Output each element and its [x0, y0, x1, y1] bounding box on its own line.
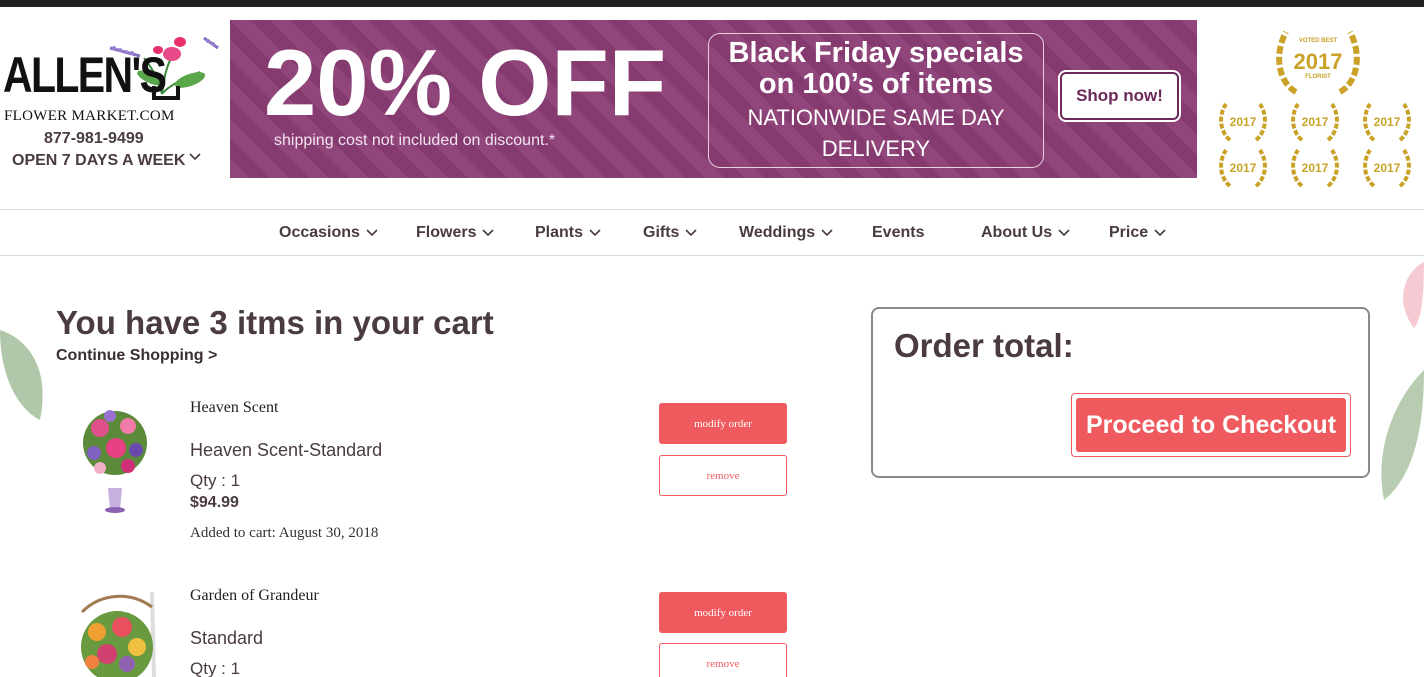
site-logo[interactable]: ALLEN'S FLOWER MARKET.COM 877-981-9499 O… — [0, 28, 222, 178]
proceed-to-checkout-button[interactable]: Proceed to Checkout — [1076, 398, 1346, 452]
nav-label: Occasions — [279, 224, 360, 241]
decorative-leaf-icon — [1381, 370, 1424, 500]
laurel-wreath-icon: 2017 — [1291, 102, 1339, 142]
banner-headline: 20% OFF — [264, 30, 667, 135]
award-badge: 2017 — [1216, 100, 1270, 144]
modify-order-button[interactable]: modify order — [659, 403, 787, 444]
promo-banner[interactable]: 20% OFF shipping cost not included on di… — [230, 20, 1197, 178]
award-year: 2017 — [1230, 161, 1257, 175]
item-name: Garden of Grandeur — [190, 587, 319, 604]
award-caption-top: VOTED BEST — [1299, 38, 1338, 44]
nav-label: Price — [1109, 224, 1149, 241]
award-year: 2017 — [1302, 161, 1329, 175]
nav-item-events[interactable]: Events — [872, 224, 924, 242]
item-variant: Heaven Scent-Standard — [190, 440, 383, 460]
decorative-leaf-icon — [0, 330, 43, 420]
award-year: 2017 — [1302, 115, 1329, 129]
hours-dropdown[interactable]: OPEN 7 DAYS A WEEK — [12, 152, 201, 170]
nav-item-price[interactable]: Price — [1109, 224, 1166, 242]
item-qty: Qty : 1 — [190, 659, 241, 677]
product-image-garden-of-grandeur[interactable] — [72, 592, 162, 677]
laurel-wreath-icon: 2017 — [1363, 102, 1411, 142]
main-nav: Occasions Flowers Plants Gifts Weddings … — [0, 209, 1424, 256]
item-qty: Qty : 1 — [190, 471, 241, 490]
award-year: 2017 — [1374, 161, 1401, 175]
promo-line-2: on 100’s of items — [758, 67, 994, 100]
logo-wordmark: ALLEN'S — [3, 47, 167, 103]
order-total-title: Order total: — [894, 327, 1074, 364]
nav-item-gifts[interactable]: Gifts — [643, 224, 698, 242]
award-badge: 2017 — [1360, 146, 1414, 190]
award-year: 2017 — [1374, 115, 1401, 129]
award-badge: 2017 — [1216, 146, 1270, 190]
hours-label: OPEN 7 DAYS A WEEK — [12, 152, 186, 169]
award-year: 2017 — [1294, 49, 1343, 74]
chevron-down-icon — [189, 153, 201, 161]
nav-item-flowers[interactable]: Flowers — [416, 224, 495, 242]
nav-label: Events — [872, 224, 925, 241]
laurel-wreath-icon: 2017 — [1219, 148, 1267, 188]
cart-title: You have 3 itms in your cart — [56, 304, 494, 341]
chevron-down-icon — [1058, 229, 1070, 237]
chevron-down-icon — [821, 229, 833, 237]
laurel-wreath-icon: VOTED BEST 2017 FLORIST — [1276, 30, 1360, 95]
nav-item-plants[interactable]: Plants — [535, 224, 601, 242]
laurel-wreath-icon: 2017 — [1363, 148, 1411, 188]
laurel-wreath-icon: 2017 — [1291, 148, 1339, 188]
continue-shopping-link[interactable]: Continue Shopping > — [56, 347, 217, 365]
banner-note: shipping cost not included on discount.* — [274, 132, 556, 149]
phone-number[interactable]: 877-981-9499 — [44, 130, 144, 148]
nav-item-weddings[interactable]: Weddings — [739, 224, 833, 242]
promo-line-4: DELIVERY — [821, 135, 931, 161]
award-year: 2017 — [1230, 115, 1257, 129]
chevron-down-icon — [482, 229, 495, 237]
nav-label: About Us — [981, 224, 1053, 241]
item-price: $94.99 — [190, 494, 239, 511]
award-badge: 2017 — [1288, 100, 1342, 144]
promo-line-3: NATIONWIDE SAME DAY — [747, 105, 1005, 131]
logo-subtitle: FLOWER MARKET.COM — [4, 108, 175, 124]
promo-line-1: Black Friday specials — [728, 37, 1024, 69]
nav-label: Weddings — [739, 224, 816, 241]
item-name: Heaven Scent — [190, 399, 279, 416]
checkout-button-frame: Proceed to Checkout — [1071, 393, 1351, 457]
award-badge: 2017 — [1288, 146, 1342, 190]
nav-item-occasions[interactable]: Occasions — [279, 224, 378, 242]
decorative-petal-icon — [1403, 262, 1424, 328]
shop-now-button[interactable]: Shop now! — [1060, 72, 1179, 120]
laurel-wreath-icon: 2017 — [1219, 102, 1267, 142]
awards-panel: VOTED BEST 2017 FLORIST 2017 2017 2017 2… — [1210, 20, 1424, 190]
chevron-down-icon — [1154, 229, 1166, 237]
remove-button[interactable]: remove — [659, 643, 787, 677]
nav-label: Gifts — [643, 224, 680, 241]
item-added-date: Added to cart: August 30, 2018 — [190, 525, 379, 541]
remove-button[interactable]: remove — [659, 455, 787, 496]
product-image-heaven-scent[interactable] — [70, 398, 160, 513]
chevron-down-icon — [589, 229, 601, 237]
chevron-down-icon — [366, 229, 378, 237]
nav-label: Flowers — [416, 224, 477, 241]
award-badge-large: VOTED BEST 2017 FLORIST — [1268, 24, 1368, 100]
order-total-panel: Order total: Proceed to Checkout — [871, 307, 1370, 478]
chevron-down-icon — [685, 229, 698, 237]
award-caption-bottom: FLORIST — [1305, 74, 1331, 80]
nav-label: Plants — [535, 224, 584, 241]
item-variant: Standard — [190, 628, 264, 648]
nav-item-about-us[interactable]: About Us — [981, 224, 1070, 242]
banner-promo-box: Black Friday specials on 100’s of items … — [708, 33, 1044, 168]
award-badge: 2017 — [1360, 100, 1414, 144]
modify-order-button[interactable]: modify order — [659, 592, 787, 633]
top-bar — [0, 0, 1424, 7]
